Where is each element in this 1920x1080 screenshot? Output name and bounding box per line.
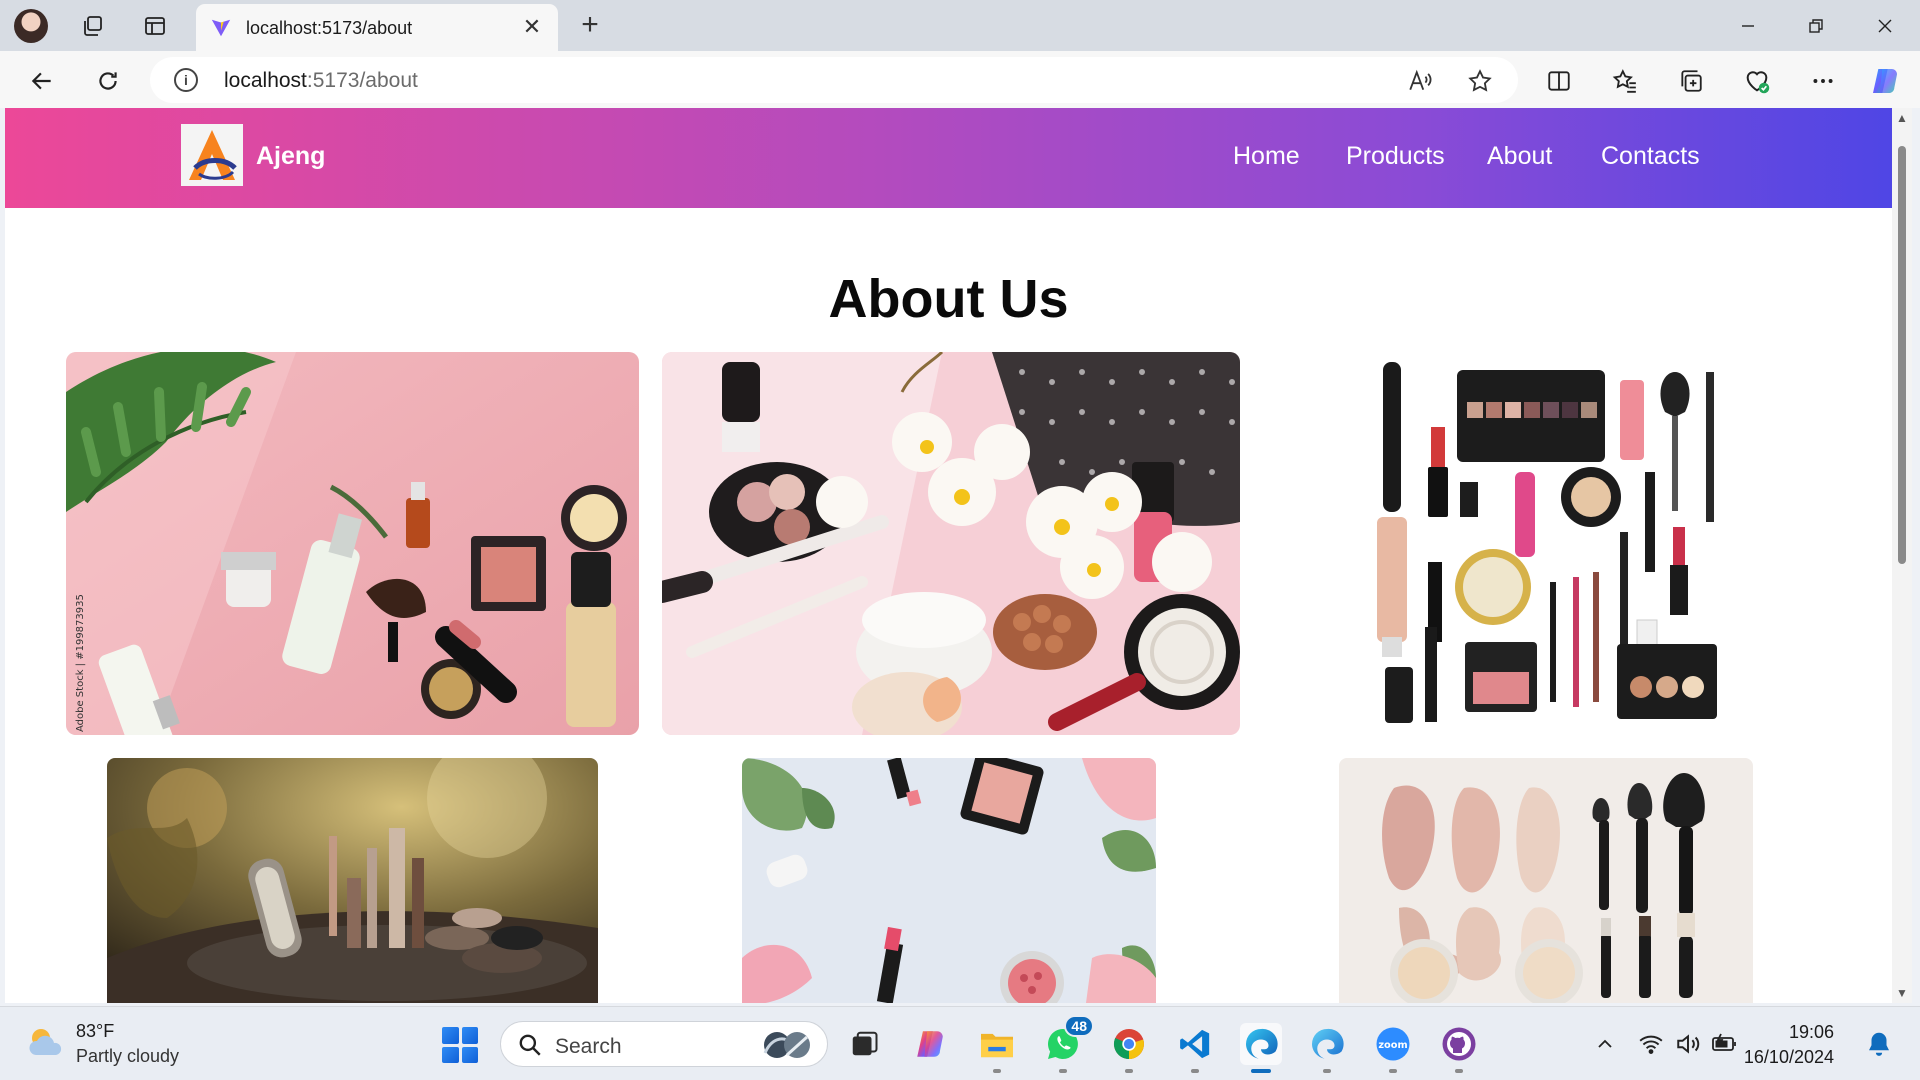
browser-toolbar: i localhost:5173/about xyxy=(0,51,1920,108)
wifi-icon[interactable] xyxy=(1636,1029,1666,1059)
nav-products[interactable]: Products xyxy=(1346,142,1445,171)
page-title: About Us xyxy=(828,269,1069,329)
site-info-icon[interactable]: i xyxy=(174,68,198,92)
active-tab[interactable]: localhost:5173/about ✕ xyxy=(196,4,558,51)
running-indicator xyxy=(1191,1069,1199,1073)
url-path: :5173/about xyxy=(306,69,418,92)
favorites-icon[interactable] xyxy=(1607,63,1643,99)
chevron-up-icon[interactable] xyxy=(1590,1029,1620,1059)
taskbar-search[interactable]: Search xyxy=(500,1021,828,1067)
whatsapp-unread-badge: 48 xyxy=(1064,1015,1094,1037)
github-desktop-icon[interactable] xyxy=(1438,1023,1480,1073)
site-header: Ajeng Home Products About Contacts xyxy=(5,108,1892,208)
brand-name[interactable]: Ajeng xyxy=(256,142,325,171)
nav-home[interactable]: Home xyxy=(1233,142,1300,171)
address-url[interactable]: localhost:5173/about xyxy=(224,69,418,93)
scrollbar-thumb[interactable] xyxy=(1898,146,1906,564)
vite-favicon-icon xyxy=(211,19,231,37)
battery-icon[interactable] xyxy=(1710,1029,1740,1059)
clock-date[interactable]: 16/10/2024 xyxy=(1744,1047,1834,1068)
profile-avatar[interactable] xyxy=(14,9,48,43)
tab-title: localhost:5173/about xyxy=(246,18,413,38)
split-screen-icon[interactable] xyxy=(1541,63,1577,99)
minimize-icon[interactable] xyxy=(1725,8,1771,44)
brand-logo[interactable] xyxy=(181,124,243,186)
more-icon[interactable] xyxy=(1805,63,1841,99)
start-menu-icon[interactable] xyxy=(442,1027,478,1063)
copilot-taskbar-icon[interactable] xyxy=(909,1023,951,1065)
clock-time[interactable]: 19:06 xyxy=(1789,1022,1834,1043)
volume-icon[interactable] xyxy=(1673,1029,1703,1059)
scroll-up-icon[interactable]: ▲ xyxy=(1896,112,1908,124)
tab-actions-icon[interactable] xyxy=(140,11,170,41)
collections-icon[interactable] xyxy=(1673,63,1709,99)
nav-contacts[interactable]: Contacts xyxy=(1601,142,1700,171)
browser-title-bar: localhost:5173/about ✕ + xyxy=(0,0,1920,51)
cosmetics-photo-1: Adobe Stock | #199873935 xyxy=(66,352,639,735)
running-indicator xyxy=(1059,1069,1067,1073)
active-indicator xyxy=(1251,1069,1271,1073)
edge-icon[interactable] xyxy=(1240,1023,1282,1073)
taskbar: 83°F Partly cloudy Search 48 zoom 19:06 … xyxy=(0,1006,1920,1080)
read-aloud-icon[interactable] xyxy=(1406,67,1434,95)
cosmetics-photo-2 xyxy=(662,352,1240,735)
page-scrollbar[interactable]: ▲ ▼ xyxy=(1892,108,1912,1003)
refresh-icon[interactable] xyxy=(90,63,126,99)
whatsapp-icon[interactable]: 48 xyxy=(1042,1015,1094,1073)
cosmetics-photo-4 xyxy=(107,758,598,1003)
new-tab-icon[interactable]: + xyxy=(574,8,606,41)
zoom-label: zoom xyxy=(1378,1040,1407,1051)
notification-bell-icon[interactable] xyxy=(1864,1029,1894,1059)
scroll-down-icon[interactable]: ▼ xyxy=(1896,987,1908,999)
vscode-icon[interactable] xyxy=(1174,1023,1216,1073)
address-bar[interactable]: i localhost:5173/about xyxy=(150,57,1518,103)
running-indicator xyxy=(1125,1069,1133,1073)
favorites-star-icon[interactable] xyxy=(1466,67,1494,95)
partly-cloudy-icon[interactable] xyxy=(26,1023,66,1063)
brand-logo-icon xyxy=(181,124,243,186)
photo-watermark: Adobe Stock | #199873935 xyxy=(75,594,86,732)
nav-about[interactable]: About xyxy=(1487,142,1552,171)
url-host: localhost xyxy=(224,69,307,92)
close-window-icon[interactable] xyxy=(1862,8,1908,44)
browser-essentials-icon[interactable] xyxy=(1739,63,1775,99)
search-icon xyxy=(519,1034,541,1056)
cosmetics-photo-6 xyxy=(1339,758,1753,1003)
task-view-icon[interactable] xyxy=(843,1023,885,1065)
edge-beta-icon[interactable] xyxy=(1306,1023,1348,1073)
copilot-icon[interactable] xyxy=(1867,63,1903,99)
back-arrow-icon[interactable] xyxy=(24,63,60,99)
running-indicator xyxy=(1389,1069,1397,1073)
file-explorer-icon[interactable] xyxy=(976,1023,1018,1073)
running-indicator xyxy=(993,1069,1001,1073)
tab-close-icon[interactable]: ✕ xyxy=(518,13,546,41)
search-highlight-icon xyxy=(763,1032,810,1058)
cosmetics-photo-5 xyxy=(742,758,1156,1003)
running-indicator xyxy=(1455,1069,1463,1073)
cosmetics-photo-3 xyxy=(1355,352,1739,735)
weather-description[interactable]: Partly cloudy xyxy=(76,1046,179,1067)
weather-temperature[interactable]: 83°F xyxy=(76,1021,114,1042)
page-viewport: Ajeng Home Products About Contacts About… xyxy=(5,108,1892,1003)
restore-icon[interactable] xyxy=(1793,8,1839,44)
search-label: Search xyxy=(555,1035,622,1058)
running-indicator xyxy=(1323,1069,1331,1073)
zoom-icon[interactable]: zoom xyxy=(1372,1023,1414,1073)
workspaces-icon[interactable] xyxy=(78,11,108,41)
chrome-icon[interactable] xyxy=(1108,1023,1150,1073)
